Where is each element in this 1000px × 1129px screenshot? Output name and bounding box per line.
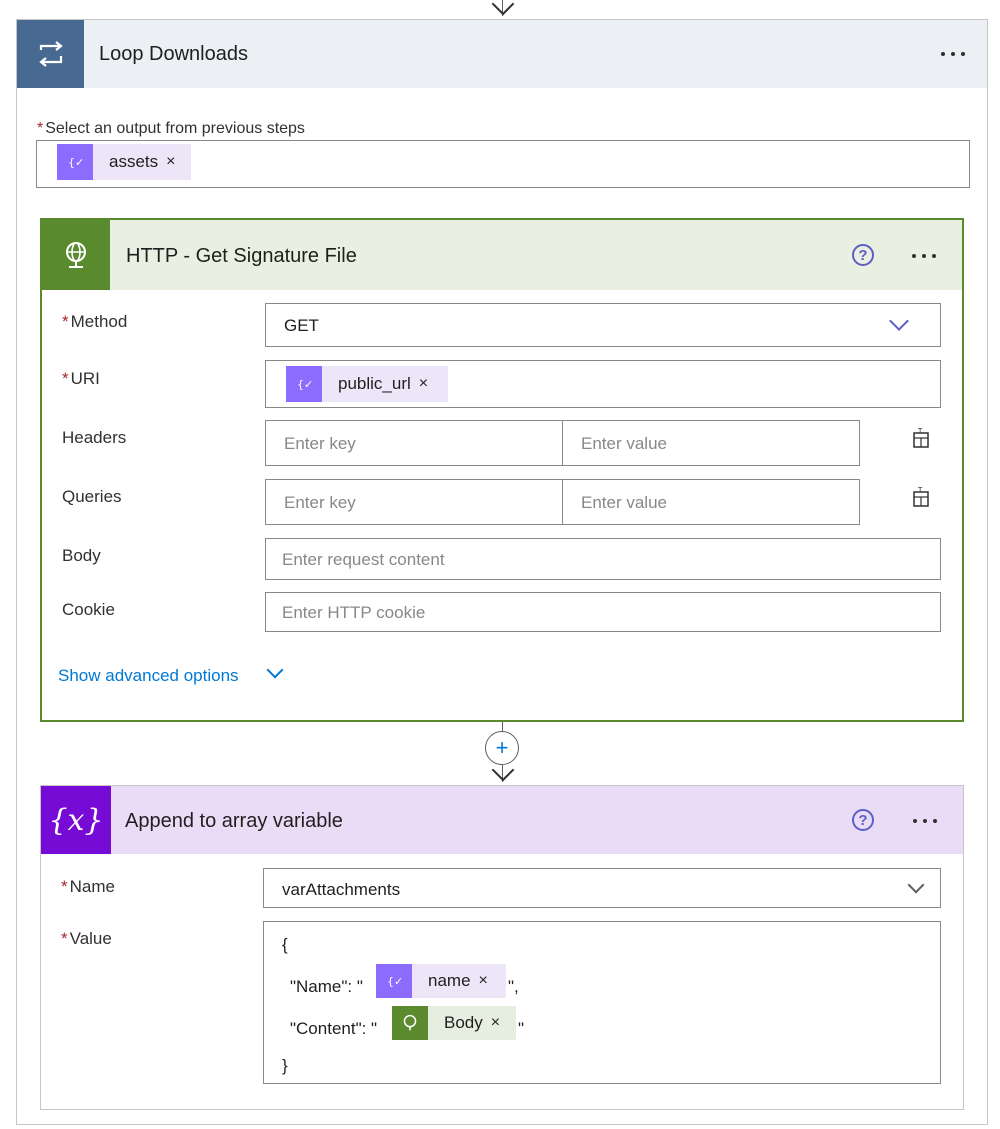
expression-icon: {✓} xyxy=(286,366,322,402)
svg-text:T: T xyxy=(917,487,923,494)
remove-token-button[interactable]: × xyxy=(419,375,436,393)
public-url-token[interactable]: {✓} public_url × xyxy=(286,366,448,402)
queries-key-input[interactable]: Enter key xyxy=(265,479,563,525)
show-advanced-options-link[interactable]: Show advanced options xyxy=(58,666,239,686)
name-dropdown[interactable]: varAttachments xyxy=(263,868,941,908)
variable-icon: {x} xyxy=(41,786,111,854)
body-token[interactable]: Body × xyxy=(392,1006,516,1040)
append-to-array-card: {x} Append to array variable ? * Name var… xyxy=(40,785,964,1110)
http-title: HTTP - Get Signature File xyxy=(126,245,357,267)
method-dropdown[interactable]: GET xyxy=(265,303,941,347)
chevron-down-icon xyxy=(907,876,925,894)
loop-header[interactable]: Loop Downloads xyxy=(17,20,987,88)
uri-field[interactable]: {✓} public_url × xyxy=(265,360,941,408)
uri-label: * URI xyxy=(62,369,100,388)
remove-token-button[interactable]: × xyxy=(479,972,496,990)
help-circle-icon[interactable]: ? xyxy=(852,809,874,831)
globe-icon xyxy=(42,220,110,290)
value-editor[interactable]: { "Name": " {✓} name × ", "Content": " B… xyxy=(263,921,941,1084)
queries-value-input[interactable]: Enter value xyxy=(562,479,860,525)
http-action-card: HTTP - Get Signature File ? * Method GET … xyxy=(40,218,964,722)
select-output-field[interactable]: {✓} assets × xyxy=(36,140,970,188)
http-more-icon[interactable] xyxy=(912,254,936,258)
loop-more-icon[interactable] xyxy=(941,52,965,56)
method-label: * Method xyxy=(62,312,128,331)
assets-token[interactable]: {✓} assets × xyxy=(57,144,191,180)
name-token[interactable]: {✓} name × xyxy=(376,964,506,998)
cookie-label: Cookie xyxy=(62,600,115,619)
svg-text:{✓}: {✓} xyxy=(387,975,403,988)
value-label: * Value xyxy=(61,929,112,948)
name-value: varAttachments xyxy=(282,880,401,899)
select-output-label: * Select an output from previous steps xyxy=(37,120,305,137)
expression-icon: {✓} xyxy=(376,964,412,998)
cookie-input[interactable]: Enter HTTP cookie xyxy=(265,592,941,632)
name-label: * Name xyxy=(61,877,115,896)
svg-text:{✓}: {✓} xyxy=(68,156,84,169)
body-label: Body xyxy=(62,546,101,565)
expression-icon: {✓} xyxy=(57,144,93,180)
switch-to-text-icon[interactable]: T xyxy=(910,487,932,509)
loop-title: Loop Downloads xyxy=(99,43,248,65)
chevron-down-icon[interactable] xyxy=(266,661,284,679)
svg-text:{✓}: {✓} xyxy=(297,378,313,391)
svg-text:T: T xyxy=(917,428,923,435)
method-value: GET xyxy=(284,316,319,335)
append-title: Append to array variable xyxy=(125,810,343,832)
body-input[interactable]: Enter request content xyxy=(265,538,941,580)
headers-key-input[interactable]: Enter key xyxy=(265,420,563,466)
chevron-down-icon xyxy=(889,311,909,331)
headers-value-input[interactable]: Enter value xyxy=(562,420,860,466)
append-header[interactable]: {x} Append to array variable ? xyxy=(41,786,963,854)
switch-to-text-icon[interactable]: T xyxy=(910,428,932,450)
headers-label: Headers xyxy=(62,428,127,447)
remove-token-button[interactable]: × xyxy=(166,153,183,171)
loop-arrows-icon xyxy=(17,20,84,88)
help-circle-icon[interactable]: ? xyxy=(852,244,874,266)
globe-icon xyxy=(392,1006,428,1040)
incoming-arrow-icon xyxy=(491,0,515,16)
remove-token-button[interactable]: × xyxy=(491,1014,508,1032)
queries-label: Queries xyxy=(62,487,122,506)
append-more-icon[interactable] xyxy=(913,819,937,823)
http-header[interactable]: HTTP - Get Signature File ? xyxy=(42,220,962,290)
